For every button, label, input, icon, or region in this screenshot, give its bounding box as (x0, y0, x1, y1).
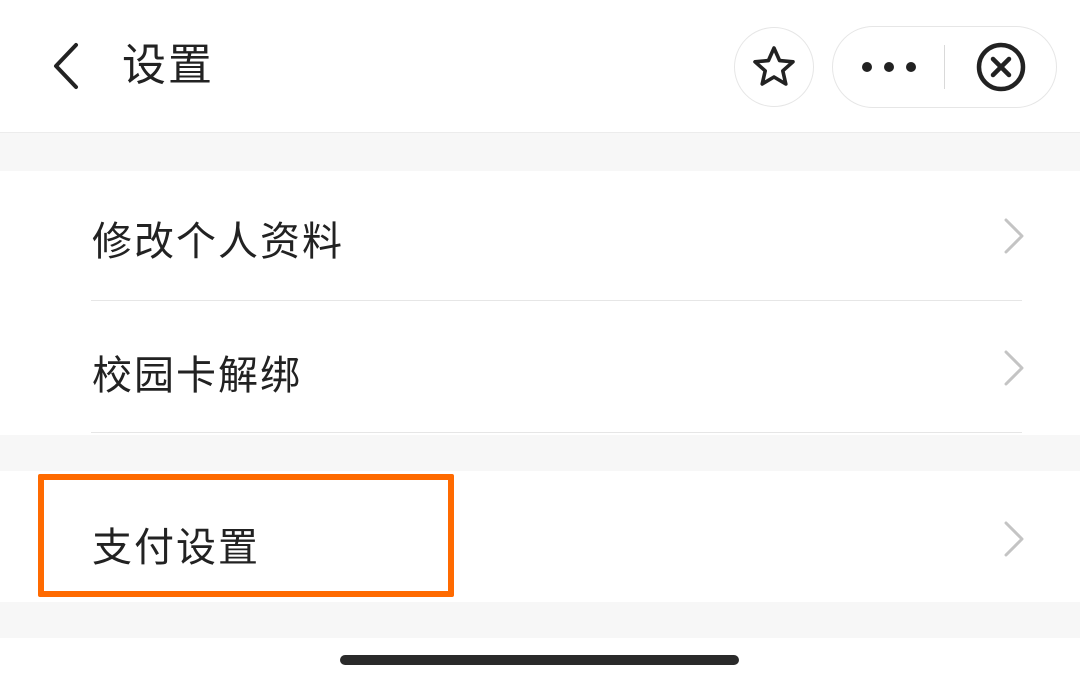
chevron-left-icon (54, 43, 78, 89)
close-button[interactable] (945, 27, 1057, 107)
settings-group-payment: 支付设置 (0, 471, 1080, 602)
home-indicator (340, 655, 739, 665)
settings-row-edit-profile[interactable]: 修改个人资料 (0, 171, 1080, 301)
settings-group-profile: 修改个人资料 校园卡解绑 (0, 171, 1080, 435)
section-gap (0, 133, 1080, 171)
favorite-button[interactable] (734, 27, 814, 107)
more-dots-icon (862, 62, 916, 72)
nav-bar: 设置 (0, 0, 1080, 133)
star-icon (753, 46, 795, 86)
back-button[interactable] (30, 26, 100, 106)
chevron-right-icon (1004, 218, 1024, 254)
settings-row-label: 支付设置 (92, 525, 260, 571)
settings-row-label: 修改个人资料 (92, 219, 344, 265)
row-divider (91, 432, 1022, 433)
chevron-right-icon (1004, 350, 1024, 386)
page-title: 设置 (122, 40, 214, 91)
menu-capsule (832, 26, 1057, 108)
section-gap (0, 602, 1080, 638)
close-circle-icon (976, 42, 1026, 92)
settings-row-label: 校园卡解绑 (92, 353, 302, 399)
section-gap (0, 435, 1080, 471)
settings-row-unbind-campus-card[interactable]: 校园卡解绑 (0, 301, 1080, 433)
settings-row-payment-settings[interactable]: 支付设置 (0, 471, 1080, 602)
more-button[interactable] (833, 27, 945, 107)
chevron-right-icon (1004, 521, 1024, 557)
